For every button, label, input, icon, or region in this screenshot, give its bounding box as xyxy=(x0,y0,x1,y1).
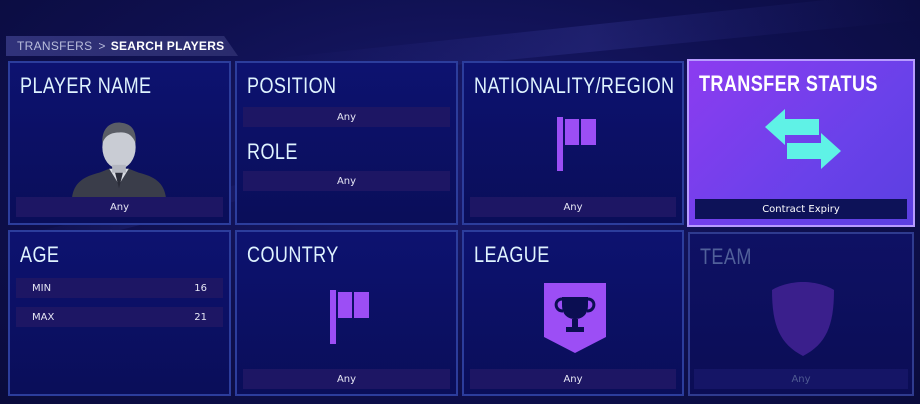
transfer-status-field[interactable]: Contract Expiry xyxy=(695,199,907,219)
flag-icon xyxy=(330,290,369,344)
age-min-field[interactable]: MIN 16 xyxy=(16,278,223,298)
age-min-value: 16 xyxy=(194,282,207,294)
breadcrumb-separator: > xyxy=(98,39,106,53)
player-silhouette-icon xyxy=(71,122,167,199)
country-tile[interactable]: COUNTRY Any xyxy=(235,230,458,396)
tile-title: TRANSFER STATUS xyxy=(699,71,878,96)
tile-title: PLAYER NAME xyxy=(20,73,152,98)
player-name-field[interactable]: Any xyxy=(16,197,223,217)
team-field: Any xyxy=(694,369,908,389)
player-name-tile[interactable]: PLAYER NAME Any xyxy=(8,61,231,225)
breadcrumb: TRANSFERS > SEARCH PLAYERS xyxy=(6,36,238,56)
tile-title: AGE xyxy=(20,242,60,267)
league-tile[interactable]: LEAGUE Any xyxy=(462,230,684,396)
transfer-arrows-icon xyxy=(765,109,841,169)
tile-title: LEAGUE xyxy=(474,242,550,267)
tile-title: POSITION xyxy=(247,73,337,98)
age-max-label: MAX xyxy=(32,311,55,323)
nationality-tile[interactable]: NATIONALITY/REGION Any xyxy=(462,61,684,225)
position-field[interactable]: Any xyxy=(243,107,450,127)
team-tile[interactable]: TEAM Any xyxy=(688,232,914,396)
transfer-status-tile[interactable]: TRANSFER STATUS Contract Expiry xyxy=(687,59,915,227)
age-max-value: 21 xyxy=(194,311,207,323)
tile-title: TEAM xyxy=(700,244,752,269)
country-field[interactable]: Any xyxy=(243,369,450,389)
flag-icon xyxy=(557,117,596,171)
role-title: ROLE xyxy=(247,139,298,164)
role-field[interactable]: Any xyxy=(243,171,450,191)
trophy-badge-icon xyxy=(544,283,606,353)
breadcrumb-parent[interactable]: TRANSFERS xyxy=(17,39,92,53)
crest-shield-icon xyxy=(772,282,834,356)
age-max-field[interactable]: MAX 21 xyxy=(16,307,223,327)
nationality-field[interactable]: Any xyxy=(470,197,676,217)
league-field[interactable]: Any xyxy=(470,369,676,389)
age-min-label: MIN xyxy=(32,282,52,294)
age-tile[interactable]: AGE MIN 16 MAX 21 xyxy=(8,230,231,396)
tile-title: COUNTRY xyxy=(247,242,339,267)
tile-title: NATIONALITY/REGION xyxy=(474,73,675,98)
position-tile[interactable]: POSITION Any ROLE Any xyxy=(235,61,458,225)
breadcrumb-current: SEARCH PLAYERS xyxy=(110,39,225,53)
